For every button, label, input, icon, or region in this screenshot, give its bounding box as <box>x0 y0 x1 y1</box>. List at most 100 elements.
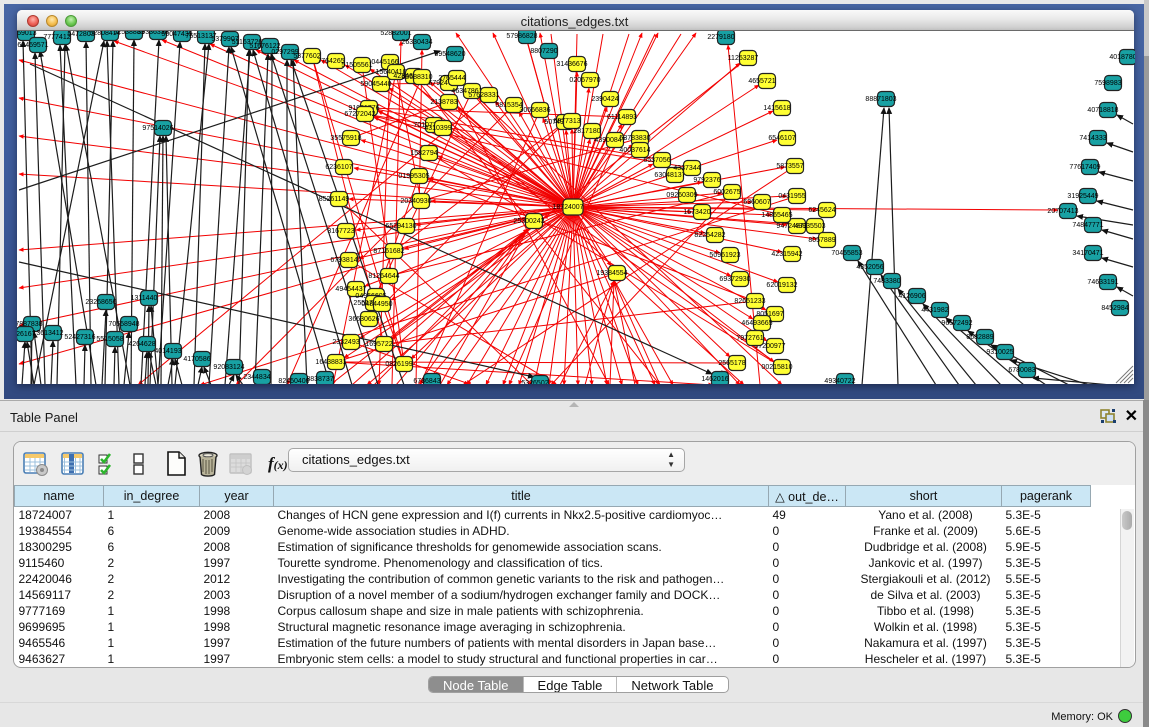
svg-text:4337344: 4337344 <box>673 165 700 172</box>
svg-text:8807290: 8807290 <box>530 48 557 55</box>
svg-text:20340930: 20340930 <box>400 198 431 205</box>
svg-text:39548620: 39548620 <box>434 51 465 58</box>
svg-text:6546107: 6546107 <box>768 135 795 142</box>
svg-text:6793814: 6793814 <box>330 257 357 264</box>
svg-text:26330434: 26330434 <box>401 39 432 46</box>
svg-text:40718818: 40718818 <box>1087 107 1118 114</box>
svg-text:25300243: 25300243 <box>513 218 544 225</box>
svg-text:4126906: 4126906 <box>898 293 925 300</box>
svg-text:88871803: 88871803 <box>865 96 896 103</box>
svg-text:1695722: 1695722 <box>365 341 392 348</box>
svg-text:04844950: 04844950 <box>361 301 392 308</box>
svg-text:82651233: 82651233 <box>734 298 765 305</box>
svg-text:18724007: 18724007 <box>552 204 583 211</box>
svg-text:6002675: 6002675 <box>713 189 740 196</box>
svg-text:19384554: 19384554 <box>596 270 627 277</box>
svg-text:67272042: 67272042 <box>344 111 375 118</box>
svg-text:63048137: 63048137 <box>654 172 685 179</box>
svg-text:52882001: 52882001 <box>380 31 411 37</box>
svg-text:0826199: 0826199 <box>385 361 412 368</box>
svg-text:00215810: 00215810 <box>761 364 792 371</box>
svg-text:7972761: 7972761 <box>736 335 763 342</box>
svg-text:2279180: 2279180 <box>707 34 734 41</box>
svg-text:62019132: 62019132 <box>766 282 797 289</box>
svg-text:4170586: 4170586 <box>183 356 210 363</box>
svg-text:97514026: 97514026 <box>142 125 173 132</box>
svg-text:65294130: 65294130 <box>385 223 416 230</box>
svg-text:92083124: 92083124 <box>213 364 244 371</box>
svg-text:5873557: 5873557 <box>776 163 803 170</box>
svg-text:77617409: 77617409 <box>1069 164 1100 171</box>
svg-text:2565178: 2565178 <box>718 360 745 367</box>
svg-text:35575918: 35575918 <box>330 135 361 142</box>
svg-text:7414333: 7414333 <box>1079 135 1106 142</box>
svg-text:2817180: 2817180 <box>573 128 600 135</box>
svg-text:42315942: 42315942 <box>771 251 802 258</box>
svg-text:11253287: 11253287 <box>728 55 759 62</box>
svg-text:2390424: 2390424 <box>591 96 618 103</box>
svg-text:9310025: 9310025 <box>986 349 1013 356</box>
svg-text:6360607: 6360607 <box>743 199 770 206</box>
svg-text:6245624: 6245624 <box>808 207 835 214</box>
svg-text:2138783: 2138783 <box>430 99 457 106</box>
svg-text:70658948: 70658948 <box>108 321 139 328</box>
svg-text:4264628: 4264628 <box>128 341 155 348</box>
svg-text:40037614: 40037614 <box>619 147 650 154</box>
svg-text:9792376: 9792376 <box>693 177 720 184</box>
svg-text:49454437: 49454437 <box>335 286 366 293</box>
svg-text:69372930: 69372930 <box>719 276 750 283</box>
svg-text:4018780: 4018780 <box>1109 54 1135 61</box>
svg-text:59045440: 59045440 <box>360 81 391 88</box>
svg-text:49340722: 49340722 <box>824 378 855 384</box>
svg-text:6877313: 6877313 <box>553 118 580 125</box>
svg-text:5326502: 5326502 <box>521 380 548 384</box>
svg-text:85261149: 85261149 <box>319 196 350 203</box>
svg-text:31925449: 31925449 <box>1067 193 1098 200</box>
svg-text:62459571: 62459571 <box>17 42 48 49</box>
svg-text:57986828: 57986828 <box>506 33 537 40</box>
svg-text:8057889: 8057889 <box>808 237 835 244</box>
svg-text:8838737: 8838737 <box>306 376 333 383</box>
svg-text:28159013: 28159013 <box>17 31 37 37</box>
svg-text:1582794: 1582794 <box>410 150 437 157</box>
svg-text:61114893: 61114893 <box>607 114 637 121</box>
svg-text:01995305: 01995305 <box>398 173 429 180</box>
svg-text:50961923: 50961923 <box>709 252 740 259</box>
svg-text:2332493: 2332493 <box>332 339 359 346</box>
svg-text:4352056: 4352056 <box>856 264 883 271</box>
svg-text:4431982: 4431982 <box>921 307 948 314</box>
svg-text:6786843: 6786843 <box>413 378 440 384</box>
svg-text:96572492: 96572492 <box>941 320 972 327</box>
svg-text:74633191: 74633191 <box>1087 279 1118 286</box>
svg-text:30666836: 30666836 <box>519 107 550 114</box>
svg-text:13613412: 13613412 <box>32 330 63 337</box>
svg-text:82450400: 82450400 <box>278 378 309 384</box>
svg-text:02067970: 02067970 <box>569 77 600 84</box>
svg-text:4310399: 4310399 <box>424 125 451 132</box>
svg-text:2344834: 2344834 <box>243 374 270 381</box>
svg-text:74847771: 74847771 <box>1072 222 1103 229</box>
svg-text:09260309: 09260309 <box>666 192 697 199</box>
svg-text:46493665: 46493665 <box>741 320 772 327</box>
svg-text:23268656: 23268656 <box>85 299 116 306</box>
svg-text:3167723: 3167723 <box>327 228 354 235</box>
svg-text:0431955: 0431955 <box>778 193 805 200</box>
svg-text:87161682: 87161682 <box>373 248 404 255</box>
svg-text:7598983: 7598983 <box>1094 80 1121 87</box>
svg-text:36630626: 36630626 <box>348 316 379 323</box>
svg-text:8452984: 8452984 <box>1101 305 1128 312</box>
svg-text:6537056: 6537056 <box>643 157 670 164</box>
svg-text:31436676: 31436676 <box>556 61 587 68</box>
svg-text:1311440: 1311440 <box>131 295 158 302</box>
svg-text:57628331: 57628331 <box>468 92 499 99</box>
svg-text:1415618: 1415618 <box>763 105 790 112</box>
svg-text:8682889: 8682889 <box>966 334 993 341</box>
svg-text:34170471: 34170471 <box>1072 250 1103 257</box>
svg-text:81264644: 81264644 <box>368 273 399 280</box>
svg-text:5515058: 5515058 <box>96 336 123 343</box>
svg-text:1673420: 1673420 <box>683 209 710 216</box>
svg-text:49835503: 49835503 <box>794 223 825 230</box>
svg-text:53783830: 53783830 <box>619 135 650 142</box>
svg-text:7483380: 7483380 <box>873 278 900 285</box>
svg-text:4655721: 4655721 <box>748 78 775 85</box>
